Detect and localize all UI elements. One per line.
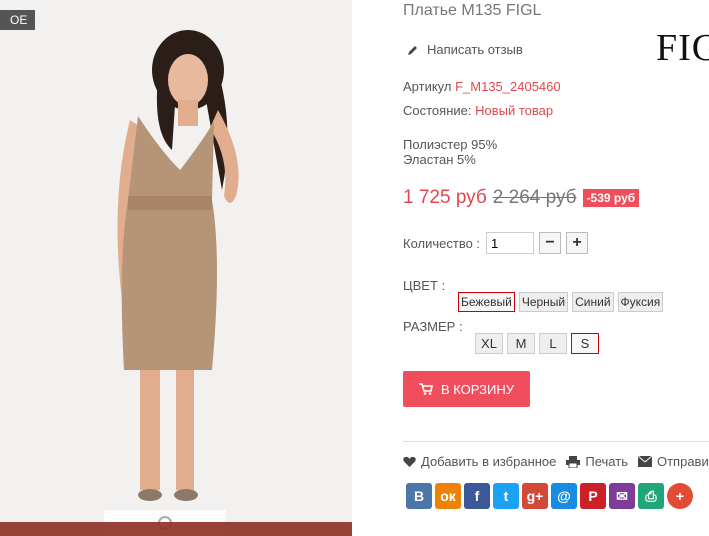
- mail-ru-icon[interactable]: @: [551, 483, 577, 509]
- size-label: РАЗМЕР :: [403, 319, 463, 334]
- color-options: Бежевый Черный Синий Фуксия: [458, 292, 664, 312]
- quantity-plus-button[interactable]: +: [566, 232, 589, 254]
- color-option-black[interactable]: Черный: [518, 292, 569, 312]
- material-line-2: Эластан 5%: [403, 152, 476, 167]
- cart-icon: [418, 383, 433, 395]
- price-row: 1 725 руб 2 264 руб -539 руб: [403, 187, 640, 209]
- quantity-minus-button[interactable]: −: [539, 232, 562, 254]
- quantity-label: Количество :: [403, 235, 481, 251]
- print-icon[interactable]: ⎙: [638, 483, 664, 509]
- size-option-m[interactable]: M: [507, 333, 535, 354]
- color-label: ЦВЕТ :: [403, 278, 446, 293]
- price-old: 2 264 руб: [492, 187, 577, 208]
- discount-badge: -539 руб: [582, 189, 640, 207]
- pinterest-icon[interactable]: P: [580, 483, 606, 509]
- heart-icon: [403, 456, 416, 467]
- envelope-icon: [637, 456, 652, 467]
- vk-icon[interactable]: В: [406, 483, 432, 509]
- write-review-label: Написать отзыв: [427, 42, 523, 57]
- add-to-favorites-label: Добавить в избранное: [421, 454, 557, 469]
- condition-label: Состояние:: [403, 103, 472, 118]
- google-plus-icon[interactable]: g+: [522, 483, 548, 509]
- odnoklassniki-icon[interactable]: ок: [435, 483, 461, 509]
- size-option-s[interactable]: S: [571, 333, 599, 354]
- print-label: Печать: [585, 454, 628, 469]
- condition-value: Новый товар: [475, 103, 554, 118]
- color-option-fuchsia[interactable]: Фуксия: [617, 292, 664, 312]
- material-line-1: Полиэстер 95%: [403, 137, 498, 152]
- product-photo[interactable]: OE: [0, 0, 352, 536]
- send-label: Отправит: [656, 454, 709, 469]
- thumbnail-bar: [0, 522, 352, 536]
- divider: [403, 441, 709, 442]
- printer-icon: [566, 455, 581, 468]
- add-to-cart-button[interactable]: В КОРЗИНУ: [403, 371, 530, 407]
- sku-row: Артикул F_M135_2405460: [403, 79, 561, 94]
- sku-label: Артикул: [403, 79, 452, 94]
- twitter-icon[interactable]: t: [493, 483, 519, 509]
- facebook-icon[interactable]: f: [464, 483, 490, 509]
- add-to-favorites-link[interactable]: Добавить в избранное: [403, 454, 556, 469]
- brand-logo[interactable]: FIG: [656, 26, 709, 70]
- print-link[interactable]: Печать: [566, 454, 628, 469]
- price-current: 1 725 руб: [403, 187, 487, 208]
- add-to-cart-label: В КОРЗИНУ: [440, 381, 515, 397]
- product-title: Платье M135 FIGL: [403, 2, 542, 19]
- size-options: XL M L S: [475, 333, 599, 354]
- email-icon[interactable]: ✉: [609, 483, 635, 509]
- send-link[interactable]: Отправит: [637, 454, 709, 469]
- social-share-bar: В ок f t g+ @ P ✉ ⎙ +: [406, 483, 693, 509]
- quantity-input[interactable]: [486, 232, 535, 254]
- size-option-xl[interactable]: XL: [475, 333, 503, 354]
- more-icon[interactable]: +: [667, 483, 693, 509]
- product-actions: Добавить в избранное Печать Отправит: [403, 454, 709, 469]
- color-option-blue[interactable]: Синий: [572, 292, 614, 312]
- sku-value: F_M135_2405460: [455, 79, 561, 94]
- pencil-icon: [408, 45, 417, 55]
- dress-illustration: [117, 30, 239, 501]
- quantity-row: Количество : − +: [403, 232, 589, 254]
- size-option-l[interactable]: L: [539, 333, 567, 354]
- write-review-link[interactable]: Написать отзыв: [407, 42, 523, 57]
- condition-row: Состояние: Новый товар: [403, 103, 553, 118]
- color-option-beige[interactable]: Бежевый: [458, 292, 515, 312]
